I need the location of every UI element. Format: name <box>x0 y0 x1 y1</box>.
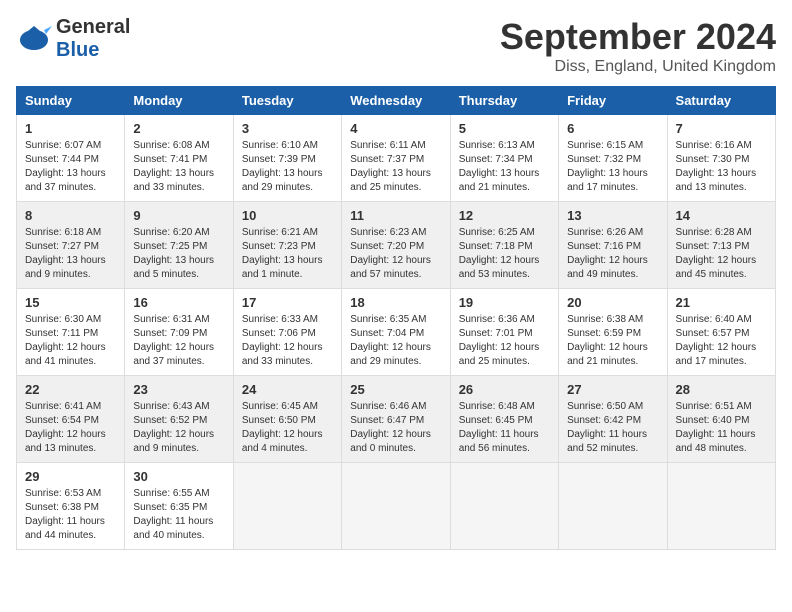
table-cell: 25Sunrise: 6:46 AMSunset: 6:47 PMDayligh… <box>342 376 450 463</box>
table-cell: 17Sunrise: 6:33 AMSunset: 7:06 PMDayligh… <box>233 289 341 376</box>
table-cell <box>559 463 667 550</box>
col-monday: Monday <box>125 87 233 115</box>
col-tuesday: Tuesday <box>233 87 341 115</box>
table-cell <box>342 463 450 550</box>
table-cell: 23Sunrise: 6:43 AMSunset: 6:52 PMDayligh… <box>125 376 233 463</box>
table-cell: 2Sunrise: 6:08 AMSunset: 7:41 PMDaylight… <box>125 115 233 202</box>
table-cell: 3Sunrise: 6:10 AMSunset: 7:39 PMDaylight… <box>233 115 341 202</box>
table-cell: 16Sunrise: 6:31 AMSunset: 7:09 PMDayligh… <box>125 289 233 376</box>
table-cell: 9Sunrise: 6:20 AMSunset: 7:25 PMDaylight… <box>125 202 233 289</box>
table-cell: 26Sunrise: 6:48 AMSunset: 6:45 PMDayligh… <box>450 376 558 463</box>
calendar-table: Sunday Monday Tuesday Wednesday Thursday… <box>16 86 776 550</box>
table-cell: 13Sunrise: 6:26 AMSunset: 7:16 PMDayligh… <box>559 202 667 289</box>
table-cell: 19Sunrise: 6:36 AMSunset: 7:01 PMDayligh… <box>450 289 558 376</box>
table-cell <box>233 463 341 550</box>
table-cell <box>450 463 558 550</box>
table-cell: 5Sunrise: 6:13 AMSunset: 7:34 PMDaylight… <box>450 115 558 202</box>
table-cell: 11Sunrise: 6:23 AMSunset: 7:20 PMDayligh… <box>342 202 450 289</box>
table-cell: 14Sunrise: 6:28 AMSunset: 7:13 PMDayligh… <box>667 202 775 289</box>
table-cell: 18Sunrise: 6:35 AMSunset: 7:04 PMDayligh… <box>342 289 450 376</box>
col-friday: Friday <box>559 87 667 115</box>
col-thursday: Thursday <box>450 87 558 115</box>
table-cell: 12Sunrise: 6:25 AMSunset: 7:18 PMDayligh… <box>450 202 558 289</box>
table-cell: 10Sunrise: 6:21 AMSunset: 7:23 PMDayligh… <box>233 202 341 289</box>
table-cell: 1Sunrise: 6:07 AMSunset: 7:44 PMDaylight… <box>17 115 125 202</box>
logo-bird-icon <box>16 22 52 52</box>
table-cell: 24Sunrise: 6:45 AMSunset: 6:50 PMDayligh… <box>233 376 341 463</box>
col-saturday: Saturday <box>667 87 775 115</box>
table-cell <box>667 463 775 550</box>
table-cell: 22Sunrise: 6:41 AMSunset: 6:54 PMDayligh… <box>17 376 125 463</box>
table-cell: 28Sunrise: 6:51 AMSunset: 6:40 PMDayligh… <box>667 376 775 463</box>
table-cell: 15Sunrise: 6:30 AMSunset: 7:11 PMDayligh… <box>17 289 125 376</box>
col-wednesday: Wednesday <box>342 87 450 115</box>
table-cell: 30Sunrise: 6:55 AMSunset: 6:35 PMDayligh… <box>125 463 233 550</box>
table-cell: 20Sunrise: 6:38 AMSunset: 6:59 PMDayligh… <box>559 289 667 376</box>
month-title: September 2024 <box>500 16 776 58</box>
location: Diss, England, United Kingdom <box>500 58 776 76</box>
table-cell: 6Sunrise: 6:15 AMSunset: 7:32 PMDaylight… <box>559 115 667 202</box>
table-cell: 27Sunrise: 6:50 AMSunset: 6:42 PMDayligh… <box>559 376 667 463</box>
table-cell: 29Sunrise: 6:53 AMSunset: 6:38 PMDayligh… <box>17 463 125 550</box>
table-cell: 4Sunrise: 6:11 AMSunset: 7:37 PMDaylight… <box>342 115 450 202</box>
logo-text: General Blue <box>56 16 130 62</box>
table-cell: 8Sunrise: 6:18 AMSunset: 7:27 PMDaylight… <box>17 202 125 289</box>
table-cell: 7Sunrise: 6:16 AMSunset: 7:30 PMDaylight… <box>667 115 775 202</box>
col-sunday: Sunday <box>17 87 125 115</box>
table-cell: 21Sunrise: 6:40 AMSunset: 6:57 PMDayligh… <box>667 289 775 376</box>
